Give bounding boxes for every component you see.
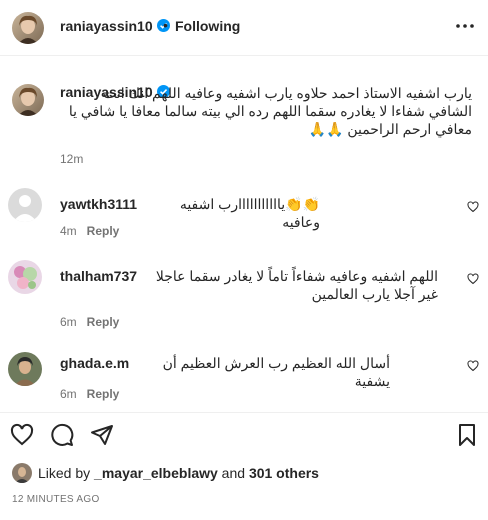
header-separator: •	[163, 17, 168, 33]
comment-username[interactable]: thalham737	[60, 268, 137, 284]
comment-time: 6m	[60, 315, 77, 329]
like-comment-icon[interactable]	[467, 273, 479, 285]
post-actions-bar	[0, 412, 488, 456]
reply-button[interactable]: Reply	[87, 387, 120, 401]
commenter-avatar[interactable]	[8, 260, 42, 294]
post-date: 12 MINUTES AGO	[12, 494, 100, 505]
like-comment-icon[interactable]	[467, 201, 479, 213]
comment-meta: 6m Reply	[60, 387, 119, 401]
liked-by-text: Liked by _mayar_elbeblawy and 301 others	[38, 465, 319, 481]
comment-text: 👏👏يااااااااااارب اشفيه وعافيه	[179, 196, 320, 230]
comment-meta: 4m Reply	[60, 224, 119, 238]
liked-by-user[interactable]: _mayar_elbeblawy	[94, 465, 218, 481]
liker-avatar[interactable]	[12, 463, 32, 483]
commenter-avatar[interactable]	[8, 352, 42, 386]
save-bookmark-icon[interactable]	[455, 423, 479, 447]
liked-by-middle: and	[217, 465, 249, 481]
comment-meta: 6m Reply	[60, 315, 119, 329]
more-options-icon[interactable]	[455, 22, 475, 30]
reply-button[interactable]: Reply	[87, 224, 120, 238]
reply-button[interactable]: Reply	[87, 315, 120, 329]
liked-by-prefix: Liked by	[38, 465, 95, 481]
header-username-text[interactable]: raniayassin10	[60, 18, 153, 34]
profile-avatar[interactable]	[12, 12, 44, 44]
caption-time: 12m	[60, 152, 84, 166]
liked-by-row: Liked by _mayar_elbeblawy and 301 others	[12, 462, 472, 483]
following-button[interactable]: Following	[175, 18, 240, 34]
comment-username[interactable]: ghada.e.m	[60, 355, 129, 371]
caption-text: يارب اشفيه الاستاذ احمد حلاوه يارب اشفيه…	[68, 85, 472, 137]
commenter-avatar[interactable]	[8, 188, 42, 222]
comment-text: اللهم اشفيه وعافيه شفاءاً تاماً لا يغادر…	[155, 268, 438, 302]
share-send-icon[interactable]	[90, 423, 114, 447]
like-heart-icon[interactable]	[10, 423, 34, 447]
post-header: raniayassin10 • Following	[0, 0, 488, 56]
liked-by-others[interactable]: 301 others	[249, 465, 319, 481]
header-username[interactable]: raniayassin10	[60, 18, 170, 34]
caption-avatar[interactable]	[12, 84, 44, 116]
comment-username[interactable]: yawtkh3111	[60, 196, 137, 212]
comment-time: 4m	[60, 224, 77, 238]
comment-time: 6m	[60, 387, 77, 401]
comment-bubble-icon[interactable]	[50, 423, 74, 447]
comment-text: أسال الله العظيم رب العرش العظيم أن يشفي…	[162, 355, 390, 389]
like-comment-icon[interactable]	[467, 360, 479, 372]
